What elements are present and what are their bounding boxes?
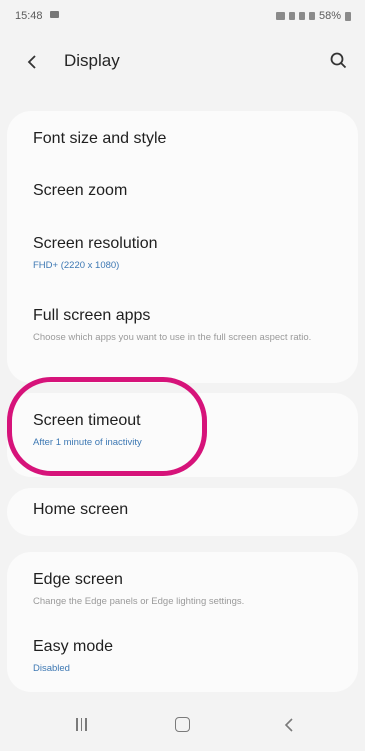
page-title: Display (64, 51, 120, 70)
setting-title: Easy mode (33, 638, 114, 655)
navigation-bar (0, 702, 365, 751)
setting-screen-resolution[interactable]: Screen resolution FHD+ (2220 x 1080) (33, 235, 346, 272)
status-time: 15:48 (15, 10, 43, 22)
setting-full-screen-apps[interactable]: Full screen apps Choose which apps you w… (33, 307, 318, 344)
chevron-left-icon (27, 55, 36, 69)
home-button[interactable] (175, 717, 190, 732)
setting-description: Choose which apps you want to use in the… (33, 332, 312, 343)
wifi-icon (298, 12, 305, 20)
display-settings-card-3: Home screen (7, 488, 358, 536)
back-button[interactable] (22, 50, 44, 74)
status-bar: 15:48 58% (0, 0, 365, 34)
setting-title: Edge screen (33, 571, 123, 588)
battery-icon (345, 11, 351, 21)
nfc-icon (275, 12, 285, 20)
setting-title: Screen timeout (33, 412, 141, 429)
setting-title: Home screen (33, 501, 129, 518)
search-icon (330, 52, 347, 69)
recents-icon-bar (85, 718, 87, 731)
setting-screen-zoom[interactable]: Screen zoom (33, 182, 346, 200)
app-header: Display (0, 34, 365, 90)
gallery-notification-icon (50, 11, 59, 18)
setting-title: Screen resolution (33, 235, 158, 252)
display-settings-card-2: Screen timeout After 1 minute of inactiv… (7, 393, 358, 477)
recents-icon (76, 718, 78, 731)
back-nav-button[interactable] (282, 716, 296, 734)
setting-easy-mode[interactable]: Easy mode Disabled (33, 638, 346, 675)
battery-percent: 58% (318, 10, 341, 22)
setting-title: Full screen apps (33, 307, 151, 324)
setting-title: Font size and style (33, 130, 167, 147)
setting-screen-timeout[interactable]: Screen timeout After 1 minute of inactiv… (33, 412, 346, 449)
setting-description: Change the Edge panels or Edge lighting … (33, 596, 245, 607)
search-button[interactable] (328, 50, 350, 72)
recents-icon-bar (80, 718, 82, 731)
setting-value: After 1 minute of inactivity (33, 437, 142, 448)
display-settings-card-1: Font size and style Screen zoom Screen r… (7, 111, 358, 383)
back-icon (284, 718, 293, 732)
setting-home-screen[interactable]: Home screen (33, 501, 346, 519)
setting-value: Disabled (33, 663, 70, 674)
mute-icon (288, 12, 295, 20)
status-icons: 58% (275, 10, 351, 22)
setting-edge-screen[interactable]: Edge screen Change the Edge panels or Ed… (33, 571, 346, 608)
display-settings-card-4: Edge screen Change the Edge panels or Ed… (7, 552, 358, 692)
recents-button[interactable] (76, 718, 96, 734)
signal-icon (308, 12, 315, 20)
setting-title: Screen zoom (33, 182, 128, 199)
setting-font-size-and-style[interactable]: Font size and style (33, 130, 346, 148)
setting-value: FHD+ (2220 x 1080) (33, 260, 120, 271)
